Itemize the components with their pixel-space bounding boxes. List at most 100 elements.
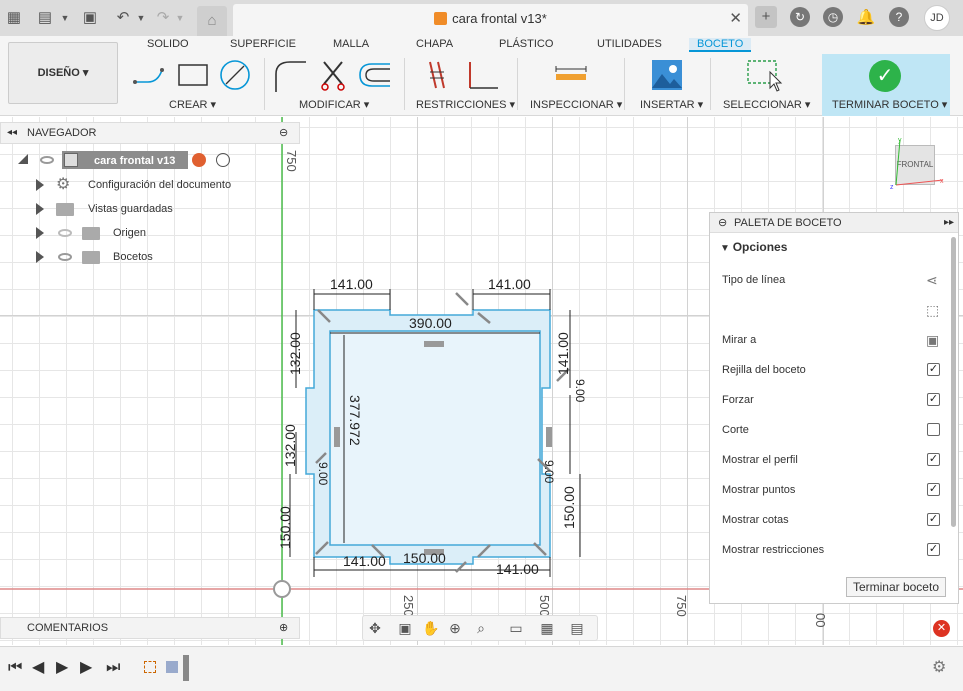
dim-bottom-left[interactable]: 141.00: [343, 553, 386, 569]
dim-bottom-middle[interactable]: 150.00: [403, 550, 446, 566]
navigator-minimize-icon[interactable]: ⊖: [279, 123, 288, 143]
workspace-dropdown[interactable]: DISEÑO ▾: [8, 42, 118, 104]
play-icon[interactable]: ▶: [56, 660, 68, 676]
visibility-eye-icon[interactable]: [40, 156, 54, 164]
palette-expand-icon[interactable]: ▸▸: [944, 213, 954, 233]
step-back-icon[interactable]: ◀: [32, 660, 44, 676]
undo-dropdown-icon[interactable]: ▼: [131, 8, 151, 28]
perpendicular-constraint-icon[interactable]: [469, 62, 498, 89]
activate-radio-icon[interactable]: [216, 153, 230, 167]
dim-inner-height[interactable]: 377.972: [347, 395, 363, 446]
palette-row[interactable]: Forzar ✓: [722, 385, 940, 415]
group-restricciones[interactable]: RESTRICCIONES ▾: [416, 98, 515, 111]
palette-checkbox[interactable]: ✓: [927, 363, 940, 376]
timeline-sketch-feature[interactable]: [144, 661, 156, 673]
palette-row[interactable]: Mirar a ▣: [722, 325, 939, 355]
dim-top-right[interactable]: 141.00: [488, 276, 531, 292]
group-modificar[interactable]: MODIFICAR ▾: [299, 98, 369, 111]
palette-row[interactable]: Mostrar puntos ✓: [722, 475, 940, 505]
zoom-icon[interactable]: ⊕: [447, 620, 463, 636]
rectangle-tool-icon[interactable]: [178, 64, 208, 86]
save-icon[interactable]: ▣: [80, 8, 100, 28]
navigator-item-origin[interactable]: Origen: [36, 223, 236, 243]
timeline-marker[interactable]: [183, 655, 189, 681]
expand-triangle-icon[interactable]: [36, 203, 44, 215]
avatar[interactable]: JD: [924, 5, 950, 31]
navigator-item-saved-views[interactable]: Vistas guardadas: [36, 199, 236, 219]
document-tab[interactable]: cara frontal v13* ✕: [233, 4, 748, 36]
help-icon[interactable]: ?: [889, 7, 909, 27]
tab-solido[interactable]: SOLIDO: [147, 38, 189, 50]
palette-checkbox[interactable]: ✓: [927, 543, 940, 556]
expand-triangle-icon[interactable]: [36, 179, 44, 191]
palette-row[interactable]: Mostrar el perfil ✓: [722, 445, 940, 475]
parallel-constraint-icon[interactable]: [429, 61, 445, 89]
dim-left-middle[interactable]: 132.00: [282, 424, 298, 467]
dim-inner-width[interactable]: 390.00: [409, 315, 452, 331]
sketch-canvas[interactable]: 141.00 141.00 390.00 377.972 132.00 132.…: [0, 117, 963, 645]
palette-row[interactable]: Mostrar cotas ✓: [722, 505, 940, 535]
tab-plastico[interactable]: PLÁSTICO: [499, 38, 553, 50]
palette-row[interactable]: Mostrar restricciones ✓: [722, 535, 940, 565]
select-window-icon[interactable]: [745, 58, 785, 92]
orbit-icon[interactable]: ✥: [367, 620, 383, 636]
file-dropdown-icon[interactable]: ▼: [55, 8, 75, 28]
navigator-item-sketches[interactable]: Bocetos: [36, 247, 236, 267]
go-to-end-icon[interactable]: ⏭: [106, 660, 120, 676]
pan-hand-icon[interactable]: ✋: [422, 620, 439, 636]
palette-minimize-icon[interactable]: ⊖: [718, 213, 727, 233]
file-icon[interactable]: ▤: [35, 8, 55, 28]
visibility-eye-icon[interactable]: [58, 253, 72, 261]
fillet-tool-icon[interactable]: [275, 61, 306, 92]
dim-right-lower[interactable]: 150.00: [561, 486, 577, 529]
display-settings-icon[interactable]: ▭: [508, 620, 524, 636]
redo-dropdown-icon[interactable]: ▼: [170, 8, 190, 28]
comments-panel[interactable]: COMENTARIOS ⊕: [0, 617, 300, 639]
dim-notch-inner[interactable]: 9.00: [542, 460, 556, 484]
timeline-settings-gear-icon[interactable]: ⚙: [932, 660, 946, 676]
palette-section-options[interactable]: ▼ Opciones: [720, 235, 787, 259]
dim-left-upper[interactable]: 132.00: [287, 332, 303, 375]
collapse-navigator-icon[interactable]: ◂◂: [7, 123, 17, 143]
group-seleccionar[interactable]: SELECCIONAR ▾: [723, 98, 810, 111]
look-at-icon[interactable]: ▣: [926, 325, 939, 355]
hidden-eye-icon[interactable]: [58, 229, 72, 237]
navigator-header[interactable]: ◂◂ NAVEGADOR ⊖: [0, 122, 300, 144]
step-forward-icon[interactable]: ▶: [80, 660, 92, 676]
trim-scissors-icon[interactable]: [321, 61, 345, 91]
palette-row[interactable]: Tipo de línea ⋖: [722, 265, 938, 295]
error-close-icon[interactable]: ✕: [933, 620, 950, 637]
tab-boceto[interactable]: BOCETO: [689, 38, 752, 52]
grid-settings-icon[interactable]: ▦: [539, 620, 555, 636]
extensions-icon[interactable]: ↻: [790, 7, 810, 27]
insert-image-icon[interactable]: [652, 60, 682, 90]
expand-triangle-icon[interactable]: [18, 154, 28, 164]
dim-left-lower[interactable]: 150.00: [277, 506, 293, 549]
fit-icon[interactable]: ⌕: [473, 620, 489, 636]
group-terminar-boceto[interactable]: TERMINAR BOCETO ▾: [832, 98, 947, 111]
notifications-bell-icon[interactable]: 🔔: [856, 8, 876, 28]
origin-point[interactable]: [273, 580, 291, 598]
section-collapse-icon[interactable]: ▼: [720, 243, 733, 254]
palette-row[interactable]: ⬚: [722, 295, 939, 325]
dim-bottom-right[interactable]: 141.00: [496, 561, 539, 577]
tab-chapa[interactable]: CHAPA: [416, 38, 453, 50]
go-to-start-icon[interactable]: ⏮: [8, 660, 22, 676]
new-tab-plus-icon[interactable]: +: [755, 6, 777, 28]
tab-utilidades[interactable]: UTILIDADES: [597, 38, 662, 50]
circle-tool-icon[interactable]: [220, 60, 250, 90]
measure-tool-icon[interactable]: [555, 66, 587, 86]
tab-superficie[interactable]: SUPERFICIE: [230, 38, 296, 50]
add-comment-icon[interactable]: ⊕: [279, 618, 288, 638]
close-tab-icon[interactable]: ✕: [729, 4, 742, 34]
expand-triangle-icon[interactable]: [36, 251, 44, 263]
palette-checkbox[interactable]: ✓: [927, 393, 940, 406]
navigator-item-document-settings[interactable]: ⚙ Configuración del documento: [36, 175, 236, 195]
dim-notch-right[interactable]: 9.00: [573, 379, 587, 403]
viewports-icon[interactable]: ▤: [569, 620, 585, 636]
navigator-root[interactable]: cara frontal v13: [18, 150, 248, 170]
undo-icon[interactable]: ↶: [113, 8, 133, 28]
palette-checkbox[interactable]: ✓: [927, 483, 940, 496]
line-type-icon[interactable]: ⋖: [926, 265, 938, 295]
dim-right-upper[interactable]: 141.00: [555, 332, 571, 375]
